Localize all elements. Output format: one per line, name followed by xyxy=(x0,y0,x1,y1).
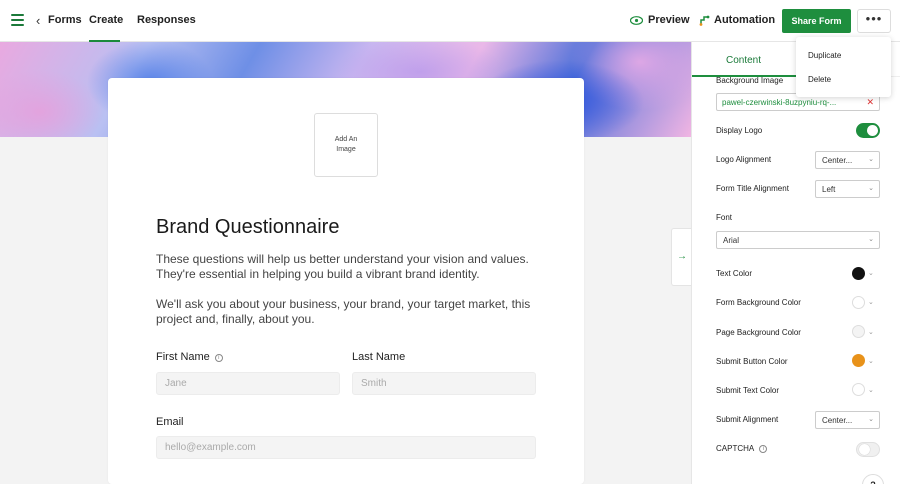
share-form-button[interactable]: Share Form xyxy=(782,9,851,33)
tab-create[interactable]: Create xyxy=(89,14,123,26)
clear-x-icon[interactable]: ✕ xyxy=(866,97,874,108)
form-description-1[interactable]: These questions will help us better unde… xyxy=(156,252,536,282)
panel-toggle-handle[interactable]: → xyxy=(671,228,691,286)
font-label: Font xyxy=(716,213,733,222)
preview-label: Preview xyxy=(648,14,690,26)
form-title-alignment-select[interactable]: Left ⌄ xyxy=(815,180,880,198)
display-logo-toggle[interactable] xyxy=(856,123,880,138)
form-card: Add An Image Brand Questionnaire These q… xyxy=(108,78,584,484)
form-description-2[interactable]: We'll ask you about your business, your … xyxy=(156,297,536,327)
chevron-down-icon[interactable]: ⌄ xyxy=(868,269,874,277)
automation-label: Automation xyxy=(714,14,776,26)
first-name-label: First Name i xyxy=(156,351,223,363)
captcha-toggle[interactable] xyxy=(856,442,880,457)
more-options-icon[interactable]: ••• xyxy=(857,9,891,33)
chevron-down-icon: ⌄ xyxy=(868,416,874,423)
form-background-color-label: Form Background Color xyxy=(716,298,801,307)
form-background-color-swatch[interactable] xyxy=(852,296,865,309)
submit-button-color-swatch[interactable] xyxy=(852,354,865,367)
email-input[interactable]: hello@example.com xyxy=(156,436,536,459)
submit-text-color-label: Submit Text Color xyxy=(716,386,779,395)
automation-icon xyxy=(699,15,710,26)
submit-alignment-select[interactable]: Center... ⌄ xyxy=(815,411,880,429)
last-name-label: Last Name xyxy=(352,351,406,363)
email-label: Email xyxy=(156,416,184,428)
form-title[interactable]: Brand Questionnaire xyxy=(156,216,339,239)
font-select[interactable]: Arial ⌄ xyxy=(716,231,880,249)
chevron-down-icon[interactable]: ⌄ xyxy=(868,386,874,394)
logo-alignment-select[interactable]: Center... ⌄ xyxy=(815,151,880,169)
add-logo-placeholder[interactable]: Add An Image xyxy=(314,113,378,177)
captcha-label-text: CAPTCHA xyxy=(716,444,755,453)
automation-button[interactable]: Automation xyxy=(699,14,775,26)
page-background-color-swatch[interactable] xyxy=(852,325,865,338)
info-icon[interactable]: i xyxy=(759,445,768,453)
display-logo-label: Display Logo xyxy=(716,126,763,135)
top-bar: ‹ Forms Create Responses Preview Automat… xyxy=(0,0,900,42)
form-title-alignment-value: Left xyxy=(822,185,836,194)
back-chevron-icon[interactable]: ‹ xyxy=(36,13,40,28)
submit-alignment-label: Submit Alignment xyxy=(716,415,779,424)
last-name-input[interactable]: Smith xyxy=(352,372,536,395)
text-color-label: Text Color xyxy=(716,269,753,278)
first-name-label-text: First Name xyxy=(156,351,210,363)
tab-content[interactable]: Content xyxy=(726,55,761,66)
more-options-menu: Duplicate Delete xyxy=(796,37,891,97)
preview-button[interactable]: Preview xyxy=(630,14,690,26)
tab-responses[interactable]: Responses xyxy=(137,14,196,26)
page-background-color-label: Page Background Color xyxy=(716,328,801,337)
chevron-down-icon[interactable]: ⌄ xyxy=(868,328,874,336)
hamburger-menu-icon[interactable] xyxy=(11,14,24,26)
nav-forms-link[interactable]: Forms xyxy=(48,14,82,26)
chevron-down-icon[interactable]: ⌄ xyxy=(868,298,874,306)
settings-panel: Content Background Image pawel-czerwinsk… xyxy=(691,42,900,484)
chevron-down-icon[interactable]: ⌄ xyxy=(868,357,874,365)
chevron-down-icon: ⌄ xyxy=(868,236,874,243)
info-icon[interactable]: i xyxy=(214,354,223,362)
logo-alignment-value: Center... xyxy=(822,156,853,165)
help-button[interactable]: ? xyxy=(862,474,884,484)
first-name-input[interactable]: Jane xyxy=(156,372,340,395)
text-color-swatch[interactable] xyxy=(852,267,865,280)
submit-button-color-label: Submit Button Color xyxy=(716,357,788,366)
captcha-label: CAPTCHA i xyxy=(716,444,768,453)
arrow-right-icon: → xyxy=(677,251,687,262)
add-image-label: Add An Image xyxy=(334,136,358,153)
submit-text-color-swatch[interactable] xyxy=(852,383,865,396)
logo-alignment-label: Logo Alignment xyxy=(716,155,772,164)
font-value: Arial xyxy=(723,236,740,245)
eye-icon xyxy=(630,15,643,25)
form-title-alignment-label: Form Title Alignment xyxy=(716,184,789,193)
menu-item-delete[interactable]: Delete xyxy=(808,75,831,84)
background-image-label: Background Image xyxy=(716,76,784,85)
background-image-filename: pawel-czerwinski-8uzpyniu-rq-... xyxy=(722,98,837,107)
submit-alignment-value: Center... xyxy=(822,416,853,425)
menu-item-duplicate[interactable]: Duplicate xyxy=(808,51,841,60)
chevron-down-icon: ⌄ xyxy=(868,185,874,192)
chevron-down-icon: ⌄ xyxy=(868,156,874,163)
